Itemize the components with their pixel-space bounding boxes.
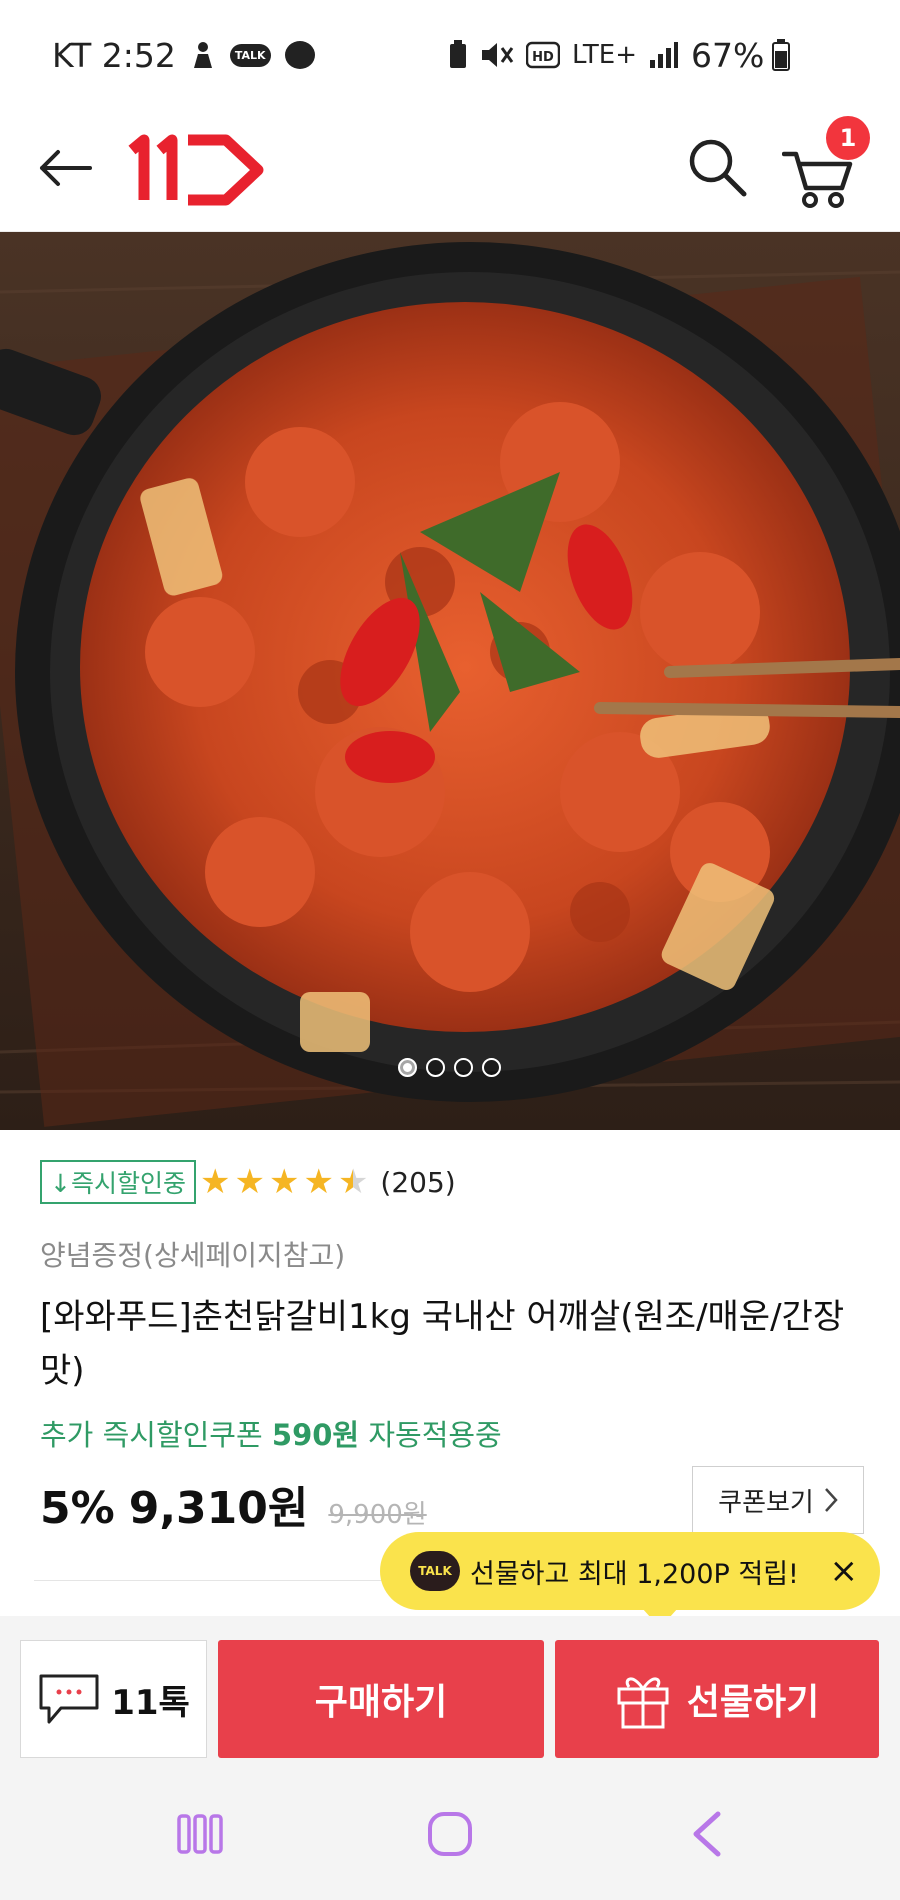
close-icon[interactable]: × xyxy=(830,1551,859,1591)
gift-label: 선물하기 xyxy=(686,1682,820,1723)
discount-rate: 5% xyxy=(40,1483,115,1534)
coupon-view-label: 쿠폰보기 xyxy=(718,1487,814,1518)
11talk-label: 11톡 xyxy=(111,1682,190,1723)
star-icon: ★ xyxy=(200,1162,231,1202)
back-button[interactable] xyxy=(34,138,94,198)
carousel-dot[interactable] xyxy=(426,1058,445,1077)
carousel-dot-active[interactable] xyxy=(398,1058,417,1077)
sale-price: 9,310원 xyxy=(128,1483,309,1534)
chevron-left-icon xyxy=(693,1811,721,1857)
half-star-icon: ★ xyxy=(337,1162,369,1202)
home-button[interactable] xyxy=(410,1794,490,1874)
carousel-dot[interactable] xyxy=(482,1058,501,1077)
mute-icon xyxy=(480,40,514,70)
home-icon xyxy=(428,1812,472,1856)
11st-logo[interactable] xyxy=(128,130,268,210)
coupon-suffix: 자동적용중 xyxy=(359,1418,502,1452)
system-nav-bar xyxy=(0,1766,900,1900)
search-icon xyxy=(689,139,747,197)
chat-bubble-icon xyxy=(39,1674,99,1724)
kakaotalk-icon: TALK xyxy=(410,1551,460,1591)
recent-apps-button[interactable] xyxy=(160,1794,240,1874)
chat-icon xyxy=(284,41,315,69)
recent-apps-icon xyxy=(177,1814,223,1854)
product-title: [와와푸드]춘천닭갈비1kg 국내산 어깨살(원조/매운/간장맛) xyxy=(40,1297,845,1391)
person-icon xyxy=(190,40,216,70)
star-icon: ★ xyxy=(234,1162,265,1202)
network-type: LTE+ xyxy=(572,40,637,70)
coupon-notice: 추가 즉시할인쿠폰 590원 자동적용중 xyxy=(40,1412,502,1454)
original-price: 9,900원 xyxy=(328,1500,427,1530)
rating-stars[interactable]: ★ ★ ★ ★ ★ (205) xyxy=(200,1160,456,1204)
carrier-time: KT 2:52 xyxy=(52,35,176,75)
tooltip-text: 선물하고 최대 1,200P 적립! xyxy=(470,1558,799,1590)
price-row: 5% 9,310원 9,900원 xyxy=(40,1472,427,1536)
star-icon: ★ xyxy=(303,1162,334,1202)
nav-back-button[interactable] xyxy=(666,1794,746,1874)
11talk-button[interactable]: 11톡 xyxy=(20,1640,207,1758)
svg-text:HD: HD xyxy=(532,50,554,65)
battery-saver-icon xyxy=(448,40,468,70)
kakaotalk-icon: TALK xyxy=(229,43,271,67)
carousel-indicator xyxy=(398,1058,501,1077)
battery-indicator: 67% xyxy=(691,35,791,75)
battery-percent: 67% xyxy=(691,35,765,75)
chevron-right-icon xyxy=(824,1488,838,1512)
review-count: (205) xyxy=(380,1165,456,1199)
product-subtitle: 양념증정(상세페이지참고) xyxy=(40,1239,346,1272)
search-button[interactable] xyxy=(686,136,748,198)
bottom-action-bar: 11톡 구매하기 선물하기 xyxy=(0,1616,900,1766)
status-bar: KT 2:52 TALK HD LTE+ 67% xyxy=(0,0,900,110)
instant-discount-badge: ↓즉시할인중 xyxy=(40,1160,196,1204)
product-image[interactable] xyxy=(0,232,900,1130)
arrow-left-icon xyxy=(40,150,92,186)
star-icon: ★ xyxy=(268,1162,300,1202)
gift-button[interactable]: 선물하기 xyxy=(555,1640,879,1758)
battery-icon xyxy=(772,39,791,71)
carousel-dot[interactable] xyxy=(454,1058,473,1077)
app-header xyxy=(0,110,900,232)
coupon-view-button[interactable]: 쿠폰보기 xyxy=(692,1466,864,1534)
gift-promo-tooltip[interactable]: TALK 선물하고 최대 1,200P 적립! × xyxy=(380,1532,880,1628)
coupon-amount: 590원 xyxy=(271,1418,360,1452)
coupon-prefix: 추가 즉시할인쿠폰 xyxy=(40,1418,272,1452)
gift-icon xyxy=(617,1677,669,1729)
buy-button[interactable]: 구매하기 xyxy=(218,1640,544,1758)
signal-icon xyxy=(649,41,679,69)
hd-voice-icon: HD xyxy=(526,41,560,69)
cart-count-badge: 1 xyxy=(826,116,870,160)
